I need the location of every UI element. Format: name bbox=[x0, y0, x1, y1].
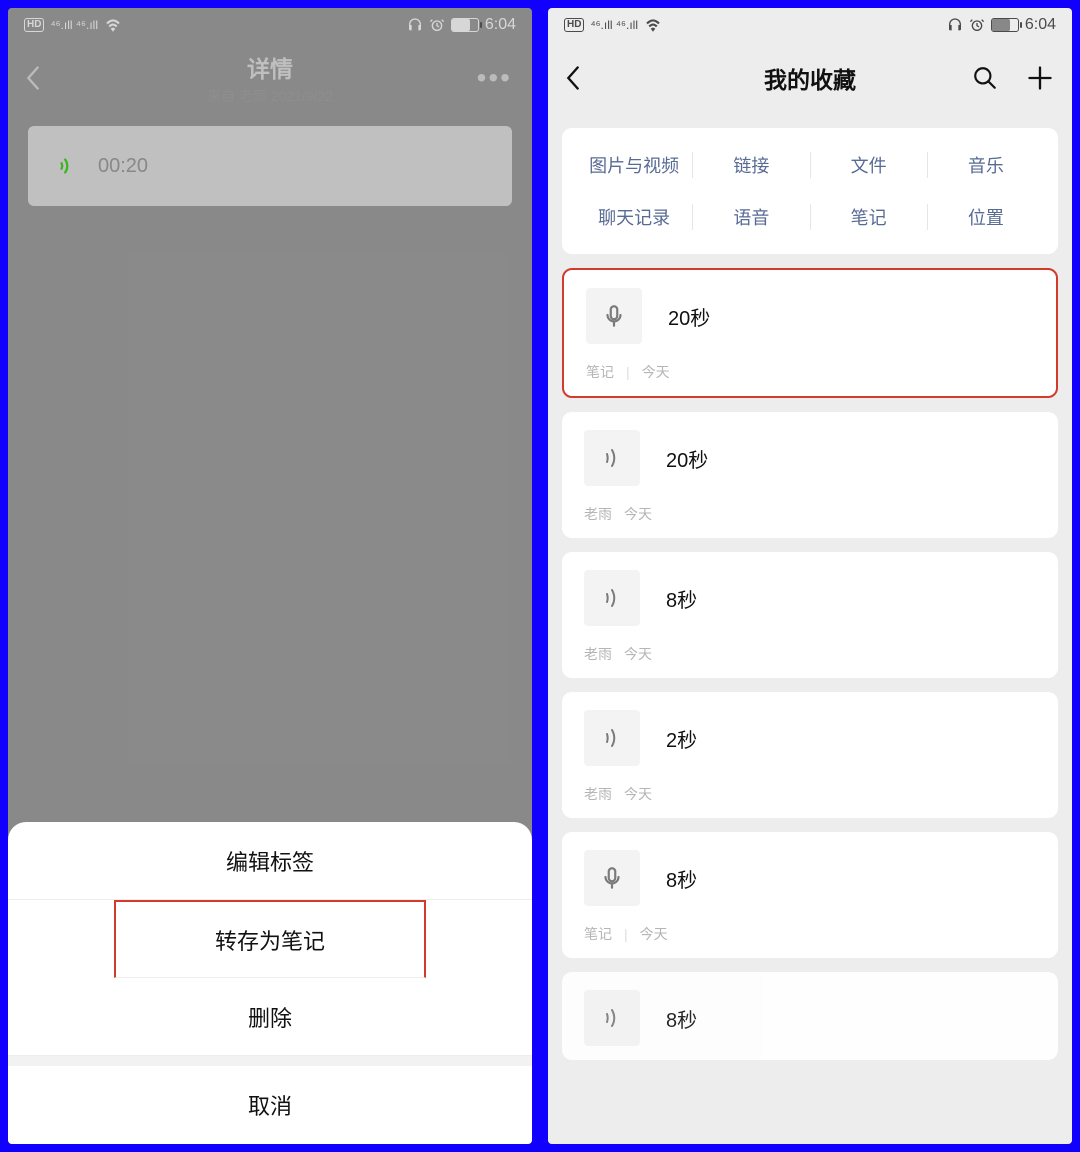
status-bar: HD ⁴⁶.ıll ⁴⁶.ıll 6:04 bbox=[8, 8, 532, 42]
favorite-meta-right: 今天 bbox=[642, 362, 670, 382]
favorite-item[interactable]: 20秒 老雨 今天 bbox=[562, 412, 1058, 538]
favorite-meta-right: 今天 bbox=[624, 784, 652, 804]
favorite-meta-right: 今天 bbox=[624, 644, 652, 664]
headset-icon bbox=[407, 17, 423, 33]
favorite-meta-right: 今天 bbox=[640, 924, 668, 944]
phone-favorites: HD ⁴⁶.ıll ⁴⁶.ıll 6:04 我的收藏 bbox=[548, 8, 1072, 1144]
sheet-delete[interactable]: 删除 bbox=[8, 978, 532, 1056]
sound-icon bbox=[56, 155, 78, 177]
category-card: 图片与视频 链接 文件 音乐 聊天记录 语音 笔记 位置 bbox=[562, 128, 1058, 254]
meta-sep: | bbox=[626, 364, 630, 380]
favorite-title: 20秒 bbox=[666, 444, 708, 473]
favorite-meta-left: 老雨 bbox=[584, 644, 612, 664]
status-time: 6:04 bbox=[485, 16, 516, 34]
favorite-item[interactable]: 8秒 老雨 今天 bbox=[562, 552, 1058, 678]
cat-voice[interactable]: 语音 bbox=[693, 204, 810, 230]
sheet-separator bbox=[8, 1056, 532, 1066]
mic-icon bbox=[584, 850, 640, 906]
nav-bar: 我的收藏 bbox=[548, 42, 1072, 114]
favorite-item[interactable]: 20秒 笔记 | 今天 bbox=[562, 268, 1058, 398]
cat-files[interactable]: 文件 bbox=[811, 152, 928, 178]
favorite-title: 8秒 bbox=[666, 1004, 697, 1033]
cat-images-videos[interactable]: 图片与视频 bbox=[576, 152, 693, 178]
wifi-icon bbox=[104, 18, 122, 32]
action-sheet: 编辑标签 转存为笔记 删除 取消 bbox=[8, 822, 532, 1144]
sound-icon bbox=[584, 430, 640, 486]
sound-icon bbox=[584, 710, 640, 766]
favorite-meta-left: 老雨 bbox=[584, 784, 612, 804]
sheet-edit-tags[interactable]: 编辑标签 bbox=[8, 822, 532, 900]
battery-icon bbox=[991, 18, 1019, 32]
sheet-save-as-note[interactable]: 转存为笔记 bbox=[114, 900, 426, 978]
page-title: 详情 bbox=[8, 50, 532, 84]
status-time: 6:04 bbox=[1025, 16, 1056, 34]
favorite-meta-left: 老雨 bbox=[584, 504, 612, 524]
status-bar: HD ⁴⁶.ıll ⁴⁶.ıll 6:04 bbox=[548, 8, 1072, 42]
add-button[interactable] bbox=[1026, 64, 1054, 92]
nav-bar: 详情 来自 老雨 2021/9/22 ••• bbox=[8, 42, 532, 114]
favorite-meta-left: 笔记 bbox=[586, 362, 614, 382]
signal-icon: ⁴⁶.ıll ⁴⁶.ıll bbox=[50, 18, 98, 32]
alarm-icon bbox=[429, 17, 445, 33]
voice-duration: 00:20 bbox=[98, 155, 148, 178]
sheet-cancel[interactable]: 取消 bbox=[8, 1066, 532, 1144]
cat-notes[interactable]: 笔记 bbox=[811, 204, 928, 230]
voice-message-card[interactable]: 00:20 bbox=[28, 126, 512, 206]
favorite-item[interactable]: 8秒 bbox=[562, 972, 1058, 1060]
favorite-title: 20秒 bbox=[668, 302, 710, 331]
sound-icon bbox=[584, 990, 640, 1046]
page-subtitle: 来自 老雨 2021/9/22 bbox=[8, 86, 532, 106]
more-button[interactable]: ••• bbox=[477, 62, 512, 94]
favorite-title: 2秒 bbox=[666, 724, 697, 753]
favorite-meta-left: 笔记 bbox=[584, 924, 612, 944]
battery-icon bbox=[451, 18, 479, 32]
favorite-meta-right: 今天 bbox=[624, 504, 652, 524]
phone-detail: HD ⁴⁶.ıll ⁴⁶.ıll 6:04 详情 来自 老雨 2021/9/22… bbox=[8, 8, 532, 1144]
cat-chat-history[interactable]: 聊天记录 bbox=[576, 204, 693, 230]
signal-icon: ⁴⁶.ıll ⁴⁶.ıll bbox=[590, 18, 638, 32]
favorite-title: 8秒 bbox=[666, 584, 697, 613]
hd-badge: HD bbox=[564, 18, 584, 32]
favorites-body: 图片与视频 链接 文件 音乐 聊天记录 语音 笔记 位置 20秒 笔记 bbox=[548, 114, 1072, 1144]
wifi-icon bbox=[644, 18, 662, 32]
cat-location[interactable]: 位置 bbox=[928, 204, 1044, 230]
favorite-item[interactable]: 8秒 笔记 | 今天 bbox=[562, 832, 1058, 958]
hd-badge: HD bbox=[24, 18, 44, 32]
search-button[interactable] bbox=[972, 65, 998, 91]
headset-icon bbox=[947, 17, 963, 33]
mic-icon bbox=[586, 288, 642, 344]
favorite-item[interactable]: 2秒 老雨 今天 bbox=[562, 692, 1058, 818]
favorite-title: 8秒 bbox=[666, 864, 697, 893]
cat-music[interactable]: 音乐 bbox=[928, 152, 1044, 178]
cat-links[interactable]: 链接 bbox=[693, 152, 810, 178]
meta-sep: | bbox=[624, 926, 628, 942]
sound-icon bbox=[584, 570, 640, 626]
alarm-icon bbox=[969, 17, 985, 33]
